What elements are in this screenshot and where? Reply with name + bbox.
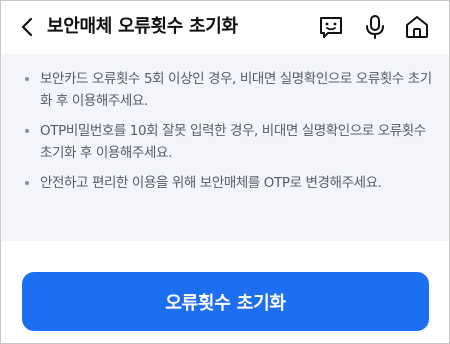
notice-text: 안전하고 편리한 이용을 위해 보안매체를 OTP로 변경해주세요. <box>40 175 382 191</box>
bullet-icon <box>25 181 29 185</box>
chatbot-button[interactable] <box>317 13 345 41</box>
back-arrow-icon <box>21 17 33 37</box>
notice-item: 보안카드 오류횟수 5회 이상인 경우, 비대면 실명확인으로 오류횟수 초기화… <box>24 68 433 112</box>
bullet-icon <box>25 77 29 81</box>
home-button[interactable] <box>403 13 431 41</box>
notice-box: 보안카드 오류횟수 5회 이상인 경우, 비대면 실명확인으로 오류횟수 초기화… <box>2 54 449 241</box>
chatbot-icon <box>320 17 342 38</box>
microphone-icon <box>366 15 384 39</box>
notice-item: 안전하고 편리한 이용을 위해 보안매체를 OTP로 변경해주세요. <box>24 172 433 194</box>
home-icon <box>406 16 428 38</box>
notice-text: OTP비밀번호를 10회 잘못 입력한 경우, 비대면 실명확인으로 오류횟수 … <box>40 123 426 161</box>
voice-search-button[interactable] <box>361 13 389 41</box>
page-title: 보안매체 오류횟수 초기화 <box>47 16 238 37</box>
app-header: 보안매체 오류횟수 초기화 <box>1 1 449 53</box>
notice-text: 보안카드 오류횟수 5회 이상인 경우, 비대면 실명확인으로 오류횟수 초기화… <box>40 71 432 109</box>
reset-error-count-button[interactable]: 오류횟수 초기화 <box>22 272 429 331</box>
notice-item: OTP비밀번호를 10회 잘못 입력한 경우, 비대면 실명확인으로 오류횟수 … <box>24 120 433 164</box>
back-button[interactable] <box>15 14 39 40</box>
notice-list: 보안카드 오류횟수 5회 이상인 경우, 비대면 실명확인으로 오류횟수 초기화… <box>24 68 433 194</box>
bullet-icon <box>25 129 29 133</box>
